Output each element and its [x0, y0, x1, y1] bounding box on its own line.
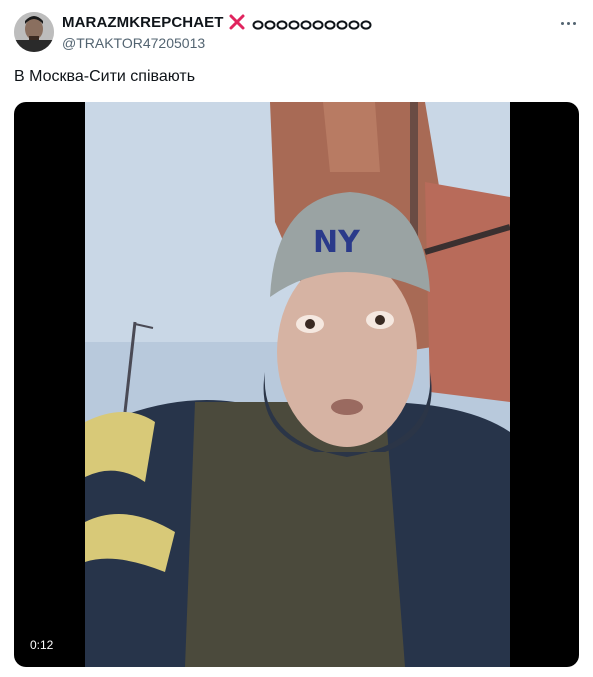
video-player[interactable]: NY 0:12 [14, 102, 579, 667]
loop-icon [264, 17, 276, 30]
video-still-image: NY [85, 102, 510, 667]
tweet-text: В Москва-Сити співають [14, 68, 196, 85]
loop-icon [312, 17, 324, 30]
more-horizontal-icon[interactable] [557, 14, 579, 32]
cross-mark-icon [228, 13, 246, 31]
decoration-loops [252, 17, 372, 30]
author-display-name[interactable]: MARAZMKREPCHAET [62, 14, 224, 31]
loop-icon [300, 17, 312, 30]
video-frame: NY [85, 102, 510, 667]
loop-icon [360, 17, 372, 30]
loop-icon [252, 17, 264, 30]
loop-icon [336, 17, 348, 30]
author-handle[interactable]: @TRAKTOR47205013 [62, 35, 205, 51]
tweet: MARAZMKREPCHAET @TRAKTOR47205013 В Москв… [0, 0, 593, 677]
author-name-row: MARAZMKREPCHAET [62, 13, 372, 31]
loop-icon [276, 17, 288, 30]
avatar[interactable] [14, 12, 54, 52]
loop-icon [348, 17, 360, 30]
loop-icon [288, 17, 300, 30]
loop-icon [324, 17, 336, 30]
profile-photo-icon [14, 12, 54, 52]
svg-text:NY: NY [313, 225, 361, 260]
video-duration: 0:12 [24, 635, 60, 655]
